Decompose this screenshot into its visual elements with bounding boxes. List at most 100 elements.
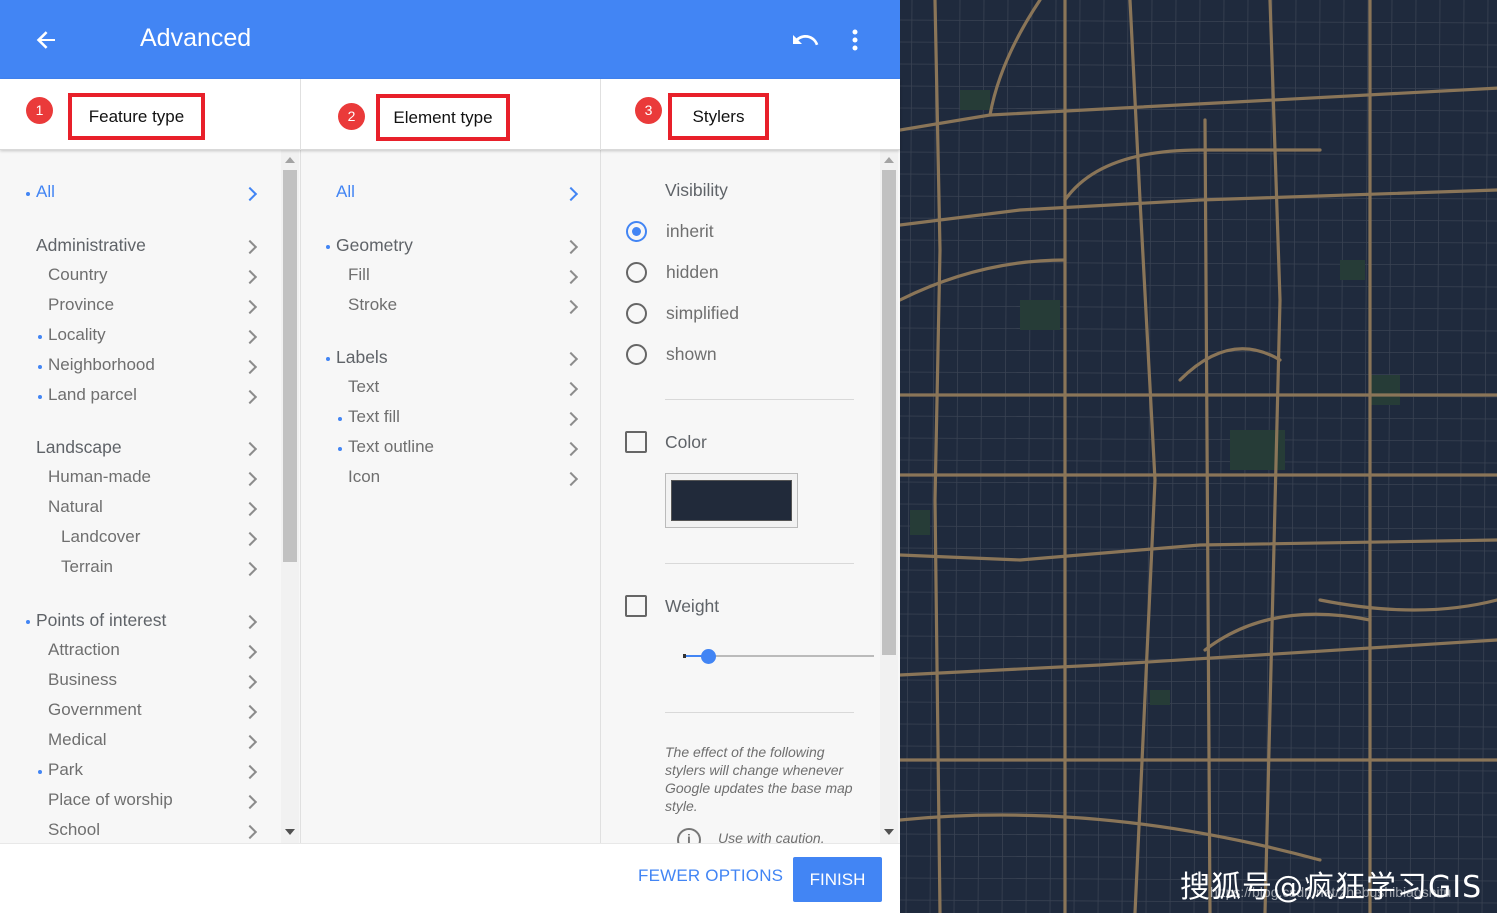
scroll-up-arrow[interactable] xyxy=(285,157,295,163)
list-item[interactable]: Terrain xyxy=(0,555,290,583)
list-item[interactable]: Country xyxy=(0,263,290,291)
list-item[interactable]: Park xyxy=(0,758,290,786)
list-item[interactable]: Province xyxy=(0,293,290,321)
list-item[interactable]: Land parcel xyxy=(0,383,290,411)
back-button[interactable] xyxy=(30,24,62,56)
chevron-right-icon xyxy=(244,187,256,201)
list-item[interactable]: Geometry xyxy=(301,233,591,261)
fewer-options-button[interactable]: FEWER OPTIONS xyxy=(638,866,783,886)
list-item[interactable]: All xyxy=(301,180,591,208)
modified-dot xyxy=(338,447,342,451)
list-item-label: Medical xyxy=(48,730,107,749)
list-item[interactable]: Labels xyxy=(301,345,591,373)
modified-dot xyxy=(326,245,330,249)
scroll-thumb[interactable] xyxy=(283,170,297,562)
minor-road xyxy=(900,723,1497,728)
chevron-right-icon xyxy=(565,472,577,486)
list-item-label: Text outline xyxy=(348,437,434,456)
weight-checkbox[interactable] xyxy=(625,595,647,617)
scroll-up-arrow[interactable] xyxy=(884,157,894,163)
map-canvas[interactable] xyxy=(900,0,1497,913)
list-item[interactable]: Landscape xyxy=(0,435,290,463)
list-item[interactable]: Text outline xyxy=(301,435,591,463)
list-item[interactable]: Icon xyxy=(301,465,591,493)
list-item[interactable]: Administrative xyxy=(0,233,290,261)
chevron-right-icon xyxy=(244,390,256,404)
radio-label: simplified xyxy=(666,303,739,323)
minor-road xyxy=(1217,0,1225,913)
radio-simplified[interactable] xyxy=(626,303,647,324)
step-badge: 1 xyxy=(26,97,53,124)
list-item-label: Icon xyxy=(348,467,381,486)
list-item-label: Text xyxy=(348,377,380,396)
chevron-right-icon xyxy=(244,825,256,839)
list-item[interactable]: Text fill xyxy=(301,405,591,433)
top-app-bar: Advanced xyxy=(0,0,900,79)
radio-hidden[interactable] xyxy=(626,262,647,283)
list-item[interactable]: Neighborhood xyxy=(0,353,290,381)
minor-road xyxy=(1025,0,1033,913)
minor-road xyxy=(1433,0,1441,913)
undo-button[interactable] xyxy=(788,24,822,56)
radio-label: hidden xyxy=(666,262,719,282)
finish-button[interactable]: FINISH xyxy=(793,857,882,902)
major-road xyxy=(1203,118,1212,913)
list-item[interactable]: Locality xyxy=(0,323,290,351)
list-item[interactable]: Points of interest xyxy=(0,608,290,636)
page-title: Advanced xyxy=(140,24,252,52)
radio-shown[interactable] xyxy=(626,344,647,365)
list-item[interactable]: Natural xyxy=(0,495,290,523)
arrow-back-icon xyxy=(36,31,55,49)
minor-road xyxy=(900,679,1497,684)
map-preview[interactable] xyxy=(900,0,1497,913)
list-item[interactable]: Landcover xyxy=(0,525,290,553)
park-area xyxy=(1020,300,1060,330)
list-item-label: All xyxy=(336,182,355,201)
list-item-label: Land parcel xyxy=(48,385,137,404)
list-item[interactable]: Attraction xyxy=(0,638,290,666)
scroll-down-arrow[interactable] xyxy=(884,829,894,835)
list-item[interactable]: Fill xyxy=(301,263,591,291)
list-item-label: Government xyxy=(48,700,142,719)
modified-dot xyxy=(26,192,30,196)
divider xyxy=(665,399,854,400)
feature-scrollbar[interactable] xyxy=(281,150,299,843)
minor-road xyxy=(900,745,1497,750)
chevron-right-icon xyxy=(244,645,256,659)
divider xyxy=(665,712,854,713)
list-item[interactable]: Medical xyxy=(0,728,290,756)
list-item[interactable]: Place of worship xyxy=(0,788,290,816)
park-area xyxy=(910,510,930,535)
list-item[interactable]: Stroke xyxy=(301,293,591,321)
list-item[interactable]: All xyxy=(0,180,290,208)
list-item[interactable]: Human-made xyxy=(0,465,290,493)
weight-slider-thumb[interactable] xyxy=(701,649,716,664)
modified-dot xyxy=(26,620,30,624)
list-item-label: Attraction xyxy=(48,640,120,659)
minor-road xyxy=(1193,0,1201,913)
scroll-thumb[interactable] xyxy=(882,170,896,655)
list-item[interactable]: Text xyxy=(301,375,591,403)
park-area xyxy=(1370,375,1400,405)
minor-road xyxy=(900,767,1497,772)
list-item[interactable]: School xyxy=(0,818,290,843)
chevron-right-icon xyxy=(244,735,256,749)
more-options-button[interactable] xyxy=(840,24,870,56)
minor-road xyxy=(900,85,1497,90)
chevron-right-icon xyxy=(565,442,577,456)
list-item-label: Geometry xyxy=(336,235,413,255)
color-checkbox[interactable] xyxy=(625,431,647,453)
list-item-label: All xyxy=(36,182,55,201)
list-item[interactable]: Government xyxy=(0,698,290,726)
list-item-label: Points of interest xyxy=(36,610,167,630)
stylers-scrollbar[interactable] xyxy=(880,150,898,843)
minor-road xyxy=(1145,0,1153,913)
scroll-down-arrow[interactable] xyxy=(285,829,295,835)
radio-inherit[interactable] xyxy=(626,221,647,242)
slider-tick xyxy=(683,654,686,658)
list-item-label: Administrative xyxy=(36,235,146,255)
list-item[interactable]: Business xyxy=(0,668,290,696)
color-swatch[interactable] xyxy=(665,473,798,528)
watermark-text: 搜狐号@疯狂学习GIS xyxy=(1180,870,1483,905)
minor-road xyxy=(953,0,961,913)
